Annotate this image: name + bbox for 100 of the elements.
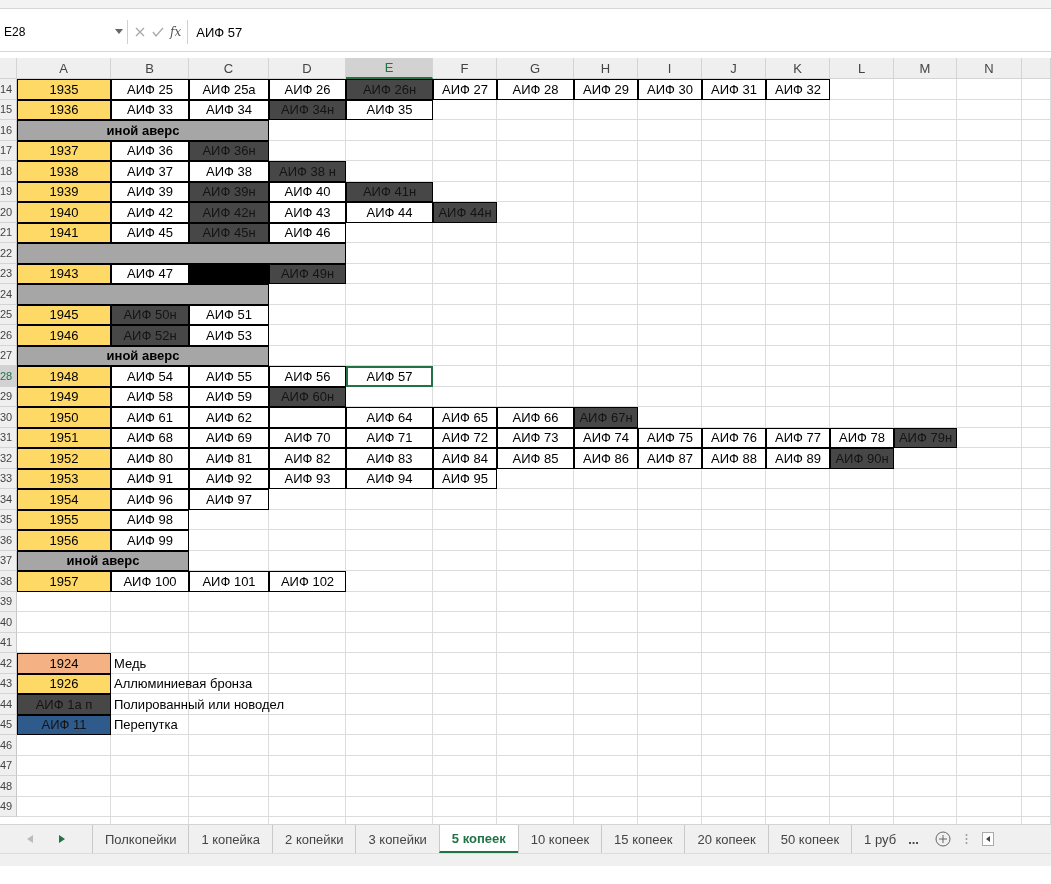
- table-cell[interactable]: АИФ 38: [189, 161, 269, 182]
- table-cell[interactable]: АИФ 66: [497, 407, 574, 428]
- row-header[interactable]: 37: [0, 550, 17, 571]
- table-cell[interactable]: 1955: [17, 509, 111, 530]
- row-header[interactable]: 45: [0, 714, 17, 735]
- table-cell[interactable]: АИФ 42: [111, 202, 189, 223]
- row-header[interactable]: 35: [0, 509, 17, 530]
- table-cell[interactable]: 1940: [17, 202, 111, 223]
- table-cell[interactable]: АИФ 84: [433, 448, 497, 469]
- row-header[interactable]: 19: [0, 181, 17, 202]
- table-cell[interactable]: АИФ 29: [574, 79, 638, 100]
- table-cell[interactable]: АИФ 97: [189, 489, 269, 510]
- table-cell[interactable]: АИФ 73: [497, 427, 574, 448]
- table-cell[interactable]: 1953: [17, 468, 111, 489]
- table-cell[interactable]: 1926: [17, 673, 111, 694]
- table-cell[interactable]: 1945: [17, 304, 111, 325]
- row-header[interactable]: 47: [0, 755, 17, 776]
- table-cell[interactable]: АИФ 26: [269, 79, 346, 100]
- close-icon[interactable]: [134, 26, 146, 38]
- table-cell[interactable]: АИФ 102: [269, 571, 346, 592]
- table-cell[interactable]: АИФ 100: [111, 571, 189, 592]
- row-header[interactable]: 21: [0, 222, 17, 243]
- row-header[interactable]: 43: [0, 673, 17, 694]
- row-header[interactable]: 32: [0, 448, 17, 469]
- table-cell[interactable]: АИФ 30: [638, 79, 702, 100]
- row-header[interactable]: 17: [0, 140, 17, 161]
- dropdown-icon[interactable]: [115, 29, 123, 35]
- column-header[interactable]: M: [894, 58, 957, 79]
- column-header[interactable]: L: [830, 58, 894, 79]
- table-cell[interactable]: 1936: [17, 99, 111, 120]
- row-header[interactable]: 23: [0, 263, 17, 284]
- table-cell[interactable]: АИФ 75: [638, 427, 702, 448]
- table-cell[interactable]: 1950: [17, 407, 111, 428]
- row-header[interactable]: 36: [0, 530, 17, 551]
- column-header[interactable]: D: [269, 58, 346, 79]
- table-cell[interactable]: АИФ 70: [269, 427, 346, 448]
- table-cell[interactable]: АИФ 61: [111, 407, 189, 428]
- merged-cell[interactable]: иной аверс: [17, 345, 269, 366]
- row-header[interactable]: 34: [0, 489, 17, 510]
- table-cell[interactable]: 1939: [17, 181, 111, 202]
- merged-cell[interactable]: иной аверс: [17, 550, 189, 571]
- column-header[interactable]: H: [574, 58, 638, 79]
- table-cell[interactable]: 1948: [17, 366, 111, 387]
- table-cell[interactable]: 1956: [17, 530, 111, 551]
- table-cell[interactable]: 1935: [17, 79, 111, 100]
- row-header[interactable]: 31: [0, 427, 17, 448]
- row-header[interactable]: 30: [0, 407, 17, 428]
- row-header[interactable]: 18: [0, 161, 17, 182]
- table-cell[interactable]: АИФ 55: [189, 366, 269, 387]
- row-header[interactable]: 33: [0, 468, 17, 489]
- row-header[interactable]: 48: [0, 776, 17, 797]
- table-cell[interactable]: АИФ 31: [702, 79, 766, 100]
- column-header[interactable]: B: [111, 58, 189, 79]
- table-cell[interactable]: 1952: [17, 448, 111, 469]
- more-tabs-indicator[interactable]: ...: [908, 825, 931, 853]
- table-cell[interactable]: АИФ 53: [189, 325, 269, 346]
- row-header[interactable]: 25: [0, 304, 17, 325]
- sheet-tab[interactable]: 5 копеек: [438, 825, 518, 853]
- row-header[interactable]: 38: [0, 571, 17, 592]
- table-cell[interactable]: АИФ 86: [574, 448, 638, 469]
- table-cell[interactable]: [269, 407, 346, 428]
- row-header[interactable]: 29: [0, 386, 17, 407]
- table-cell[interactable]: АИФ 82: [269, 448, 346, 469]
- table-cell[interactable]: АИФ 25: [111, 79, 189, 100]
- table-cell[interactable]: АИФ 88: [702, 448, 766, 469]
- row-header[interactable]: 46: [0, 735, 17, 756]
- table-cell[interactable]: АИФ 47: [111, 263, 189, 284]
- row-header[interactable]: 39: [0, 591, 17, 612]
- table-cell[interactable]: АИФ 33: [111, 99, 189, 120]
- column-header[interactable]: J: [702, 58, 766, 79]
- function-label[interactable]: fx: [170, 25, 182, 39]
- table-cell[interactable]: АИФ 99: [111, 530, 189, 551]
- table-cell[interactable]: АИФ 28: [497, 79, 574, 100]
- column-header[interactable]: A: [17, 58, 111, 79]
- table-cell[interactable]: АИФ 69: [189, 427, 269, 448]
- table-cell[interactable]: АИФ 77: [766, 427, 830, 448]
- table-cell[interactable]: АИФ 98: [111, 509, 189, 530]
- column-header[interactable]: K: [766, 58, 830, 79]
- row-header[interactable]: 27: [0, 345, 17, 366]
- row-header[interactable]: 42: [0, 653, 17, 674]
- table-cell[interactable]: АИФ 96: [111, 489, 189, 510]
- row-header[interactable]: 16: [0, 120, 17, 141]
- add-sheet-icon[interactable]: [934, 831, 951, 847]
- table-cell[interactable]: АИФ 72: [433, 427, 497, 448]
- table-cell[interactable]: АИФ 92: [189, 468, 269, 489]
- row-header[interactable]: 15: [0, 99, 17, 120]
- table-cell[interactable]: АИФ 54: [111, 366, 189, 387]
- table-cell[interactable]: АИФ 51: [189, 304, 269, 325]
- column-header[interactable]: E: [346, 58, 433, 79]
- row-header[interactable]: 28: [0, 366, 17, 387]
- table-cell[interactable]: АИФ 76: [702, 427, 766, 448]
- table-cell[interactable]: 1937: [17, 140, 111, 161]
- table-cell[interactable]: АИФ 46: [269, 222, 346, 243]
- table-cell[interactable]: АИФ 91: [111, 468, 189, 489]
- scroll-right-icon[interactable]: [59, 835, 66, 843]
- table-cell[interactable]: АИФ 95: [433, 468, 497, 489]
- table-cell[interactable]: АИФ 25а: [189, 79, 269, 100]
- table-cell[interactable]: АИФ 94: [346, 468, 433, 489]
- table-cell[interactable]: 1941: [17, 222, 111, 243]
- table-cell[interactable]: 1924: [17, 653, 111, 674]
